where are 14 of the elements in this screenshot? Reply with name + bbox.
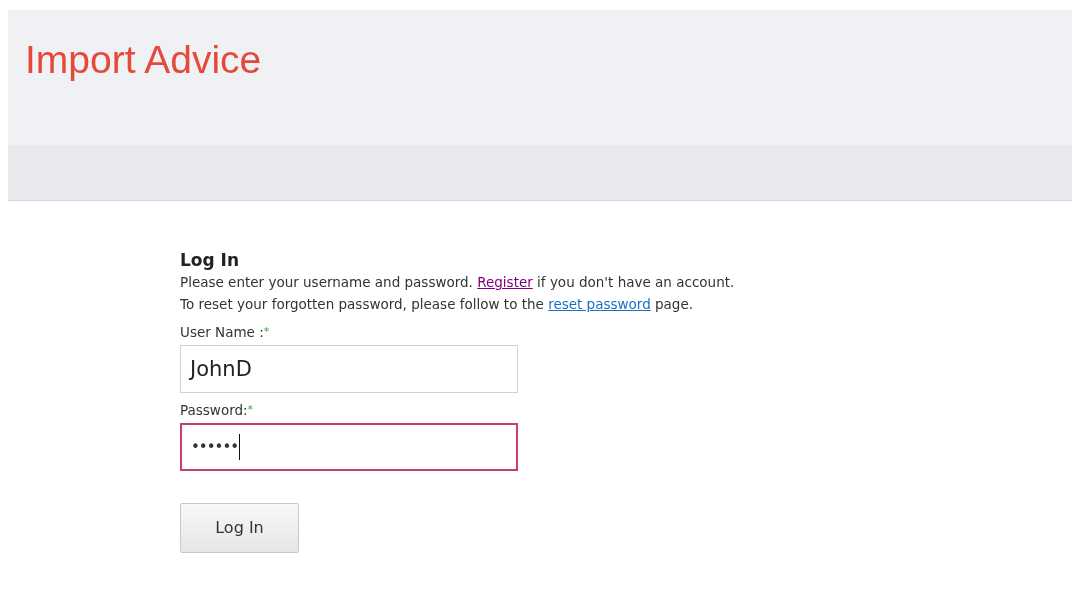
site-title: Import Advice [25,40,262,79]
instruction-text: To reset your forgotten password, please follow to the reset password page. [180,295,694,315]
field-label: Password: [180,401,248,421]
text-cursor-icon [239,434,241,461]
login-heading: Log In [180,249,240,271]
text-link[interactable]: Register [477,274,533,291]
instruction-text: Please enter your username and password. Register if you don't have an account. [180,273,735,293]
login-button[interactable]: Log In [180,503,299,554]
password-field[interactable]: •••••• [180,423,518,472]
text-link[interactable]: reset password [548,296,651,313]
required-asterisk: * [247,402,254,419]
username-field[interactable]: JohnD [180,345,518,394]
required-asterisk: * [263,324,270,341]
field-label: User Name : [180,323,264,343]
